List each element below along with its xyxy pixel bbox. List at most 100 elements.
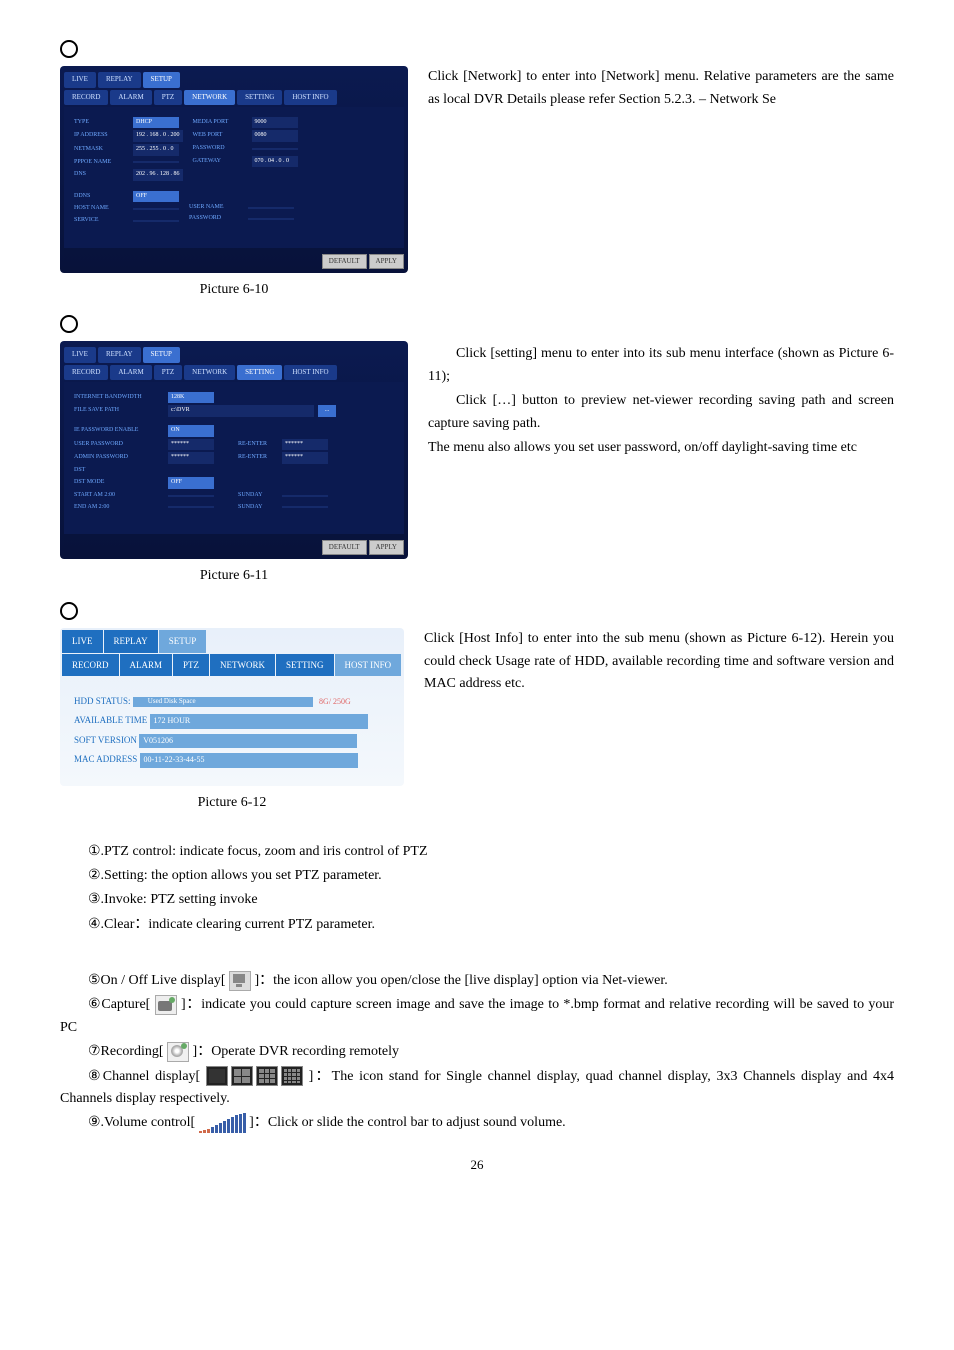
- label-adminpwd: ADMIN PASSWORD: [74, 453, 164, 463]
- list-item-3: ③.Invoke: PTZ setting invoke: [60, 889, 894, 911]
- value-webport[interactable]: 0080: [252, 130, 298, 142]
- value-adminpwd[interactable]: ******: [168, 452, 214, 464]
- browse-button[interactable]: ...: [318, 405, 336, 417]
- setting-desc-3: The menu also allows you set user passwo…: [428, 437, 894, 459]
- value-dstmode[interactable]: OFF: [168, 477, 214, 489]
- label-username: USER NAME: [189, 203, 244, 213]
- single-channel-icon: [206, 1066, 228, 1086]
- label-filesave: FILE SAVE PATH: [74, 406, 164, 416]
- label-dstmode: DST MODE: [74, 478, 164, 488]
- tab3-live[interactable]: LIVE: [62, 630, 103, 652]
- label-start: START AM 2:00: [74, 491, 164, 501]
- subtab2-alarm[interactable]: ALARM: [110, 365, 151, 380]
- value-pppoe[interactable]: [133, 161, 179, 163]
- tab3-setup[interactable]: SETUP: [159, 630, 207, 652]
- value-username[interactable]: [248, 207, 294, 209]
- default-button[interactable]: DEFAULT: [322, 254, 367, 269]
- label-sunday1: SUNDAY: [238, 491, 278, 501]
- subtab-hostinfo[interactable]: HOST INFO: [284, 90, 336, 105]
- subtab2-record[interactable]: RECORD: [64, 365, 108, 380]
- tab-live[interactable]: LIVE: [64, 72, 96, 87]
- label-netmask: NETMASK: [74, 145, 129, 155]
- value-mac: 00-11-22-33-44-55: [140, 753, 358, 768]
- subtab2-ptz[interactable]: PTZ: [154, 365, 182, 380]
- list-item-1: ①.PTZ control: indicate focus, zoom and …: [60, 841, 894, 863]
- volume-control-icon: [199, 1113, 246, 1133]
- value-password[interactable]: [252, 148, 298, 150]
- value-bandwidth[interactable]: 128K: [168, 392, 214, 404]
- label-end: END AM 2:00: [74, 503, 164, 513]
- subtab3-network[interactable]: NETWORK: [210, 654, 275, 676]
- apply-button[interactable]: APPLY: [369, 254, 404, 269]
- list-item-6: ⑥Capture[ ]：indicate you could capture s…: [60, 994, 894, 1039]
- hostinfo-panel: LIVE REPLAY SETUP RECORD ALARM PTZ NETWO…: [60, 628, 404, 786]
- value-softver: V051206: [139, 734, 357, 749]
- subtab3-ptz[interactable]: PTZ: [173, 654, 209, 676]
- value-reenter1[interactable]: ******: [282, 439, 328, 451]
- recording-icon: [167, 1042, 189, 1062]
- sixteen-channel-icon: [281, 1066, 303, 1086]
- value-iepwd[interactable]: ON: [168, 425, 214, 437]
- value-mediaport[interactable]: 9000: [252, 117, 298, 129]
- value-netmask[interactable]: 255 . 255 . 0 . 0: [133, 144, 179, 156]
- list-item-2: ②.Setting: the option allows you set PTZ…: [60, 865, 894, 887]
- default-button-2[interactable]: DEFAULT: [322, 540, 367, 555]
- apply-button-2[interactable]: APPLY: [369, 540, 404, 555]
- subtab-network[interactable]: NETWORK: [184, 90, 235, 105]
- tab2-replay[interactable]: REPLAY: [98, 347, 141, 362]
- value-start[interactable]: [168, 495, 214, 497]
- quad-channel-icon: [231, 1066, 253, 1086]
- value-sunday2[interactable]: [282, 506, 328, 508]
- bullet-circle-3: [60, 602, 78, 620]
- label-mediaport: MEDIA PORT: [193, 118, 248, 128]
- subtab-record[interactable]: RECORD: [64, 90, 108, 105]
- subtab3-record[interactable]: RECORD: [62, 654, 119, 676]
- tab2-setup[interactable]: SETUP: [143, 347, 180, 362]
- value-availtime: 172 HOUR: [150, 714, 368, 729]
- hdd-size: 8G/ 250G: [319, 697, 351, 706]
- label-pppoe: PPPOE NAME: [74, 158, 129, 168]
- value-filesave[interactable]: c:\DVR: [168, 405, 314, 417]
- value-ddns[interactable]: OFF: [133, 191, 179, 203]
- value-hostname[interactable]: [133, 208, 179, 210]
- list-item-4: ④.Clear：indicate clearing current PTZ pa…: [60, 914, 894, 936]
- label-webport: WEB PORT: [193, 131, 248, 141]
- subtab-setting[interactable]: SETTING: [237, 90, 282, 105]
- tab3-replay[interactable]: REPLAY: [104, 630, 158, 652]
- tab2-live[interactable]: LIVE: [64, 347, 96, 362]
- caption-6-12: Picture 6-12: [60, 792, 404, 814]
- value-userpwd[interactable]: ******: [168, 439, 214, 451]
- subtab-ptz[interactable]: PTZ: [154, 90, 182, 105]
- label-type: TYPE: [74, 118, 129, 128]
- value-password2[interactable]: [248, 218, 294, 220]
- caption-6-11: Picture 6-11: [60, 565, 408, 587]
- subtab3-setting[interactable]: SETTING: [276, 654, 334, 676]
- network-panel: LIVE REPLAY SETUP RECORD ALARM PTZ NETWO…: [60, 66, 408, 272]
- value-sunday1[interactable]: [282, 495, 328, 497]
- value-gateway[interactable]: 070 . 04 . 0 . 0: [252, 156, 298, 168]
- label-sunday2: SUNDAY: [238, 503, 278, 513]
- subtab3-alarm[interactable]: ALARM: [120, 654, 173, 676]
- value-ip[interactable]: 192 . 168 . 0 . 200: [133, 130, 183, 142]
- hostinfo-description: Click [Host Info] to enter into the sub …: [424, 628, 894, 695]
- subtab2-network[interactable]: NETWORK: [184, 365, 235, 380]
- value-dns[interactable]: 202 . 96 . 128 . 86: [133, 169, 183, 181]
- value-end[interactable]: [168, 506, 214, 508]
- list-item-7: ⑦Recording[ ]：Operate DVR recording remo…: [60, 1041, 894, 1063]
- list-item-5: ⑤On / Off Live display[ ]：the icon allow…: [60, 970, 894, 992]
- subtab-alarm[interactable]: ALARM: [110, 90, 151, 105]
- subtab2-setting[interactable]: SETTING: [237, 365, 282, 380]
- live-display-icon: [229, 971, 251, 991]
- value-type[interactable]: DHCP: [133, 117, 179, 129]
- nine-channel-icon: [256, 1066, 278, 1086]
- tab-replay[interactable]: REPLAY: [98, 72, 141, 87]
- subtab2-hostinfo[interactable]: HOST INFO: [284, 365, 336, 380]
- value-service[interactable]: [133, 220, 179, 222]
- label-service: SERVICE: [74, 216, 129, 226]
- label-bandwidth: INTERNET BANDWIDTH: [74, 393, 164, 403]
- subtab3-hostinfo[interactable]: HOST INFO: [335, 654, 402, 676]
- value-reenter2[interactable]: ******: [282, 452, 328, 464]
- tab-setup[interactable]: SETUP: [143, 72, 180, 87]
- list-item-8: ⑧Channel display[ ]：The icon stand for S…: [60, 1066, 894, 1111]
- label-userpwd: USER PASSWORD: [74, 440, 164, 450]
